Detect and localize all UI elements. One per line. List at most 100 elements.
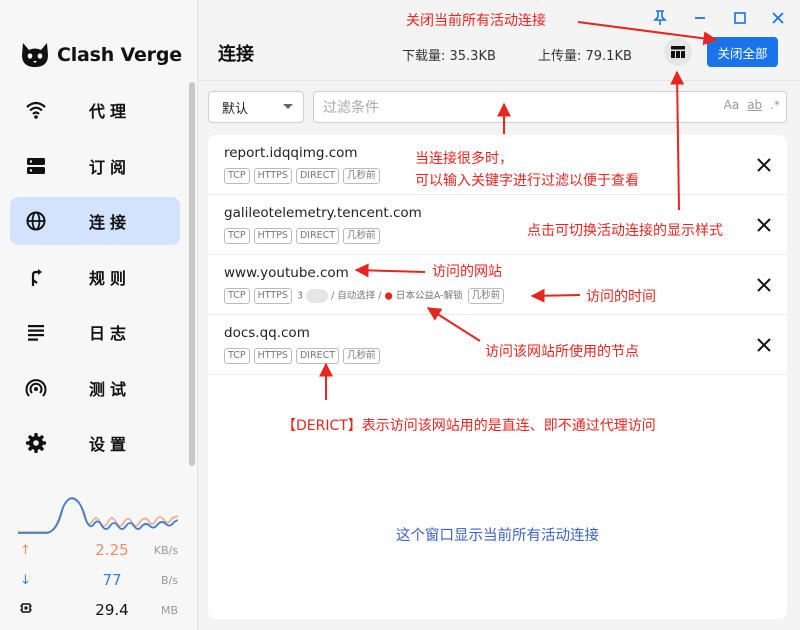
- tag-chain: DIRECT: [295, 168, 340, 184]
- sidebar-item-label: 规则: [89, 268, 132, 288]
- annotation-filter-line1: 当连接很多时，: [415, 151, 513, 167]
- memory-chip-icon: [20, 602, 34, 618]
- close-connection-icon[interactable]: [755, 216, 773, 234]
- connection-host: galileotelemetry.tencent.com: [224, 205, 422, 221]
- connection-tags: TCP HTTPS DIRECT 几秒前: [224, 168, 380, 184]
- filter-input[interactable]: [323, 98, 703, 118]
- sidebar-item-label: 测试: [89, 379, 132, 399]
- table-layout-icon: [671, 46, 685, 58]
- tag-time: 几秒前: [343, 348, 380, 364]
- sidebar-item-subscription[interactable]: 订阅: [10, 142, 180, 190]
- close-all-button[interactable]: 关闭全部: [707, 37, 778, 67]
- sidebar-item-settings[interactable]: 设置: [10, 419, 180, 467]
- globe-icon: [25, 210, 47, 232]
- list-note: 这个窗口显示当前所有活动连接: [396, 528, 599, 544]
- annotation-layout: 点击可切换活动连接的显示样式: [527, 223, 723, 239]
- annotation-site: 访问的网站: [432, 264, 502, 280]
- memory-unit: MB: [160, 603, 178, 617]
- minimize-icon: [695, 17, 705, 19]
- tag-chain: 3 / 自动选择 / ● 日本公益A-解锁: [296, 288, 464, 304]
- sort-select-value: 默认: [222, 101, 249, 117]
- sidebar-nav: 代理 订阅 连接 规则 日志 测试 设置: [10, 86, 180, 475]
- sidebar-item-logs[interactable]: 日志: [10, 308, 180, 356]
- close-connection-icon[interactable]: [755, 156, 773, 174]
- close-window-button[interactable]: [768, 8, 788, 28]
- filter-options: Aa ab .*: [724, 98, 780, 112]
- close-connection-icon[interactable]: [755, 336, 773, 354]
- sidebar-scrollbar[interactable]: [189, 82, 195, 466]
- server-icon: [25, 155, 47, 177]
- sidebar-item-label: 代理: [89, 102, 132, 121]
- sidebar-item-test[interactable]: 测试: [10, 364, 180, 412]
- tag-time: 几秒前: [343, 228, 380, 244]
- route-icon: [25, 266, 47, 288]
- upload-total: 上传量: 79.1KB: [538, 49, 632, 64]
- annotation-close-all: 关闭当前所有活动连接: [406, 13, 546, 29]
- radar-icon: [25, 377, 47, 399]
- log-icon: [25, 321, 47, 343]
- annotation-time: 访问的时间: [586, 289, 656, 305]
- close-connection-icon[interactable]: [755, 276, 773, 294]
- flag-icon: ●: [384, 290, 393, 302]
- match-case-toggle[interactable]: Aa: [724, 98, 740, 112]
- sidebar-item-proxy[interactable]: 代理: [10, 86, 180, 134]
- annotation-direct: 【DERICT】表示访问该网站用的是直连、即不通过代理访问: [282, 418, 656, 434]
- wifi-icon: [25, 99, 47, 121]
- connection-host: docs.qq.com: [224, 325, 310, 341]
- app-name: Clash Verge: [57, 44, 182, 66]
- tag-type: HTTPS: [253, 168, 292, 184]
- match-word-toggle[interactable]: ab: [747, 98, 762, 112]
- sidebar: Clash Verge 代理 订阅 连接 规则 日志 测试 设置 ↑ 2.25 …: [0, 0, 198, 630]
- tag-time: 几秒前: [467, 288, 505, 304]
- connection-host: report.idqqimg.com: [224, 145, 358, 161]
- memory-value: 29.4: [95, 601, 129, 619]
- app-logo: Clash Verge: [20, 40, 182, 70]
- chain-selector: / 自动选择 /: [331, 290, 382, 302]
- upload-speed: ↑ 2.25 KB/s: [20, 540, 178, 560]
- pin-icon: [653, 10, 667, 25]
- sidebar-item-rules[interactable]: 规则: [10, 253, 180, 301]
- regex-toggle[interactable]: .*: [770, 98, 780, 112]
- download-speed: ↓ 77 B/s: [20, 570, 178, 590]
- tag-type: HTTPS: [253, 288, 292, 304]
- cat-logo-icon: [22, 43, 48, 67]
- layout-toggle-button[interactable]: [664, 38, 692, 66]
- tag-chain: DIRECT: [295, 348, 340, 364]
- tag-type: HTTPS: [253, 228, 292, 244]
- connection-tags: TCP HTTPS DIRECT 几秒前: [224, 348, 380, 364]
- connection-tags: TCP HTTPS DIRECT 几秒前: [224, 228, 380, 244]
- chevron-down-icon: [283, 104, 293, 109]
- maximize-button[interactable]: [730, 8, 750, 28]
- gear-icon: [25, 432, 47, 454]
- sort-select[interactable]: 默认: [208, 91, 304, 123]
- sidebar-item-label: 日志: [89, 324, 132, 343]
- pin-button[interactable]: [650, 8, 670, 28]
- close-icon: [772, 12, 784, 24]
- download-speed-unit: B/s: [161, 573, 178, 587]
- upload-speed-unit: KB/s: [153, 543, 178, 557]
- annotation-node: 访问该网站所使用的节点: [485, 344, 639, 360]
- sidebar-item-label: 订阅: [89, 157, 132, 177]
- blur-mask: [306, 289, 329, 303]
- maximize-icon: [734, 12, 746, 24]
- connection-host: www.youtube.com: [224, 265, 349, 281]
- tag-chain: DIRECT: [295, 228, 340, 244]
- sidebar-item-connections[interactable]: 连接: [10, 197, 180, 245]
- arrow-down-icon: ↓: [20, 572, 31, 588]
- minimize-button[interactable]: [690, 8, 710, 28]
- memory-usage: 29.4 MB: [20, 600, 178, 620]
- arrow-up-icon: ↑: [20, 542, 31, 558]
- chain-group: 3: [296, 290, 303, 302]
- download-speed-value: 77: [102, 571, 122, 589]
- chain-node: 日本公益A-解锁: [395, 290, 463, 302]
- filter-box: Aa ab .*: [313, 91, 787, 123]
- connection-list: report.idqqimg.com TCP HTTPS DIRECT 几秒前 …: [208, 135, 787, 619]
- page-title: 连接: [218, 44, 254, 65]
- download-total: 下载量: 35.3KB: [402, 49, 496, 64]
- tag-network: TCP: [224, 348, 250, 364]
- tag-type: HTTPS: [253, 348, 292, 364]
- tag-network: TCP: [224, 288, 250, 304]
- sidebar-item-label: 连接: [89, 213, 132, 232]
- tag-network: TCP: [224, 168, 250, 184]
- sidebar-item-label: 设置: [89, 435, 132, 454]
